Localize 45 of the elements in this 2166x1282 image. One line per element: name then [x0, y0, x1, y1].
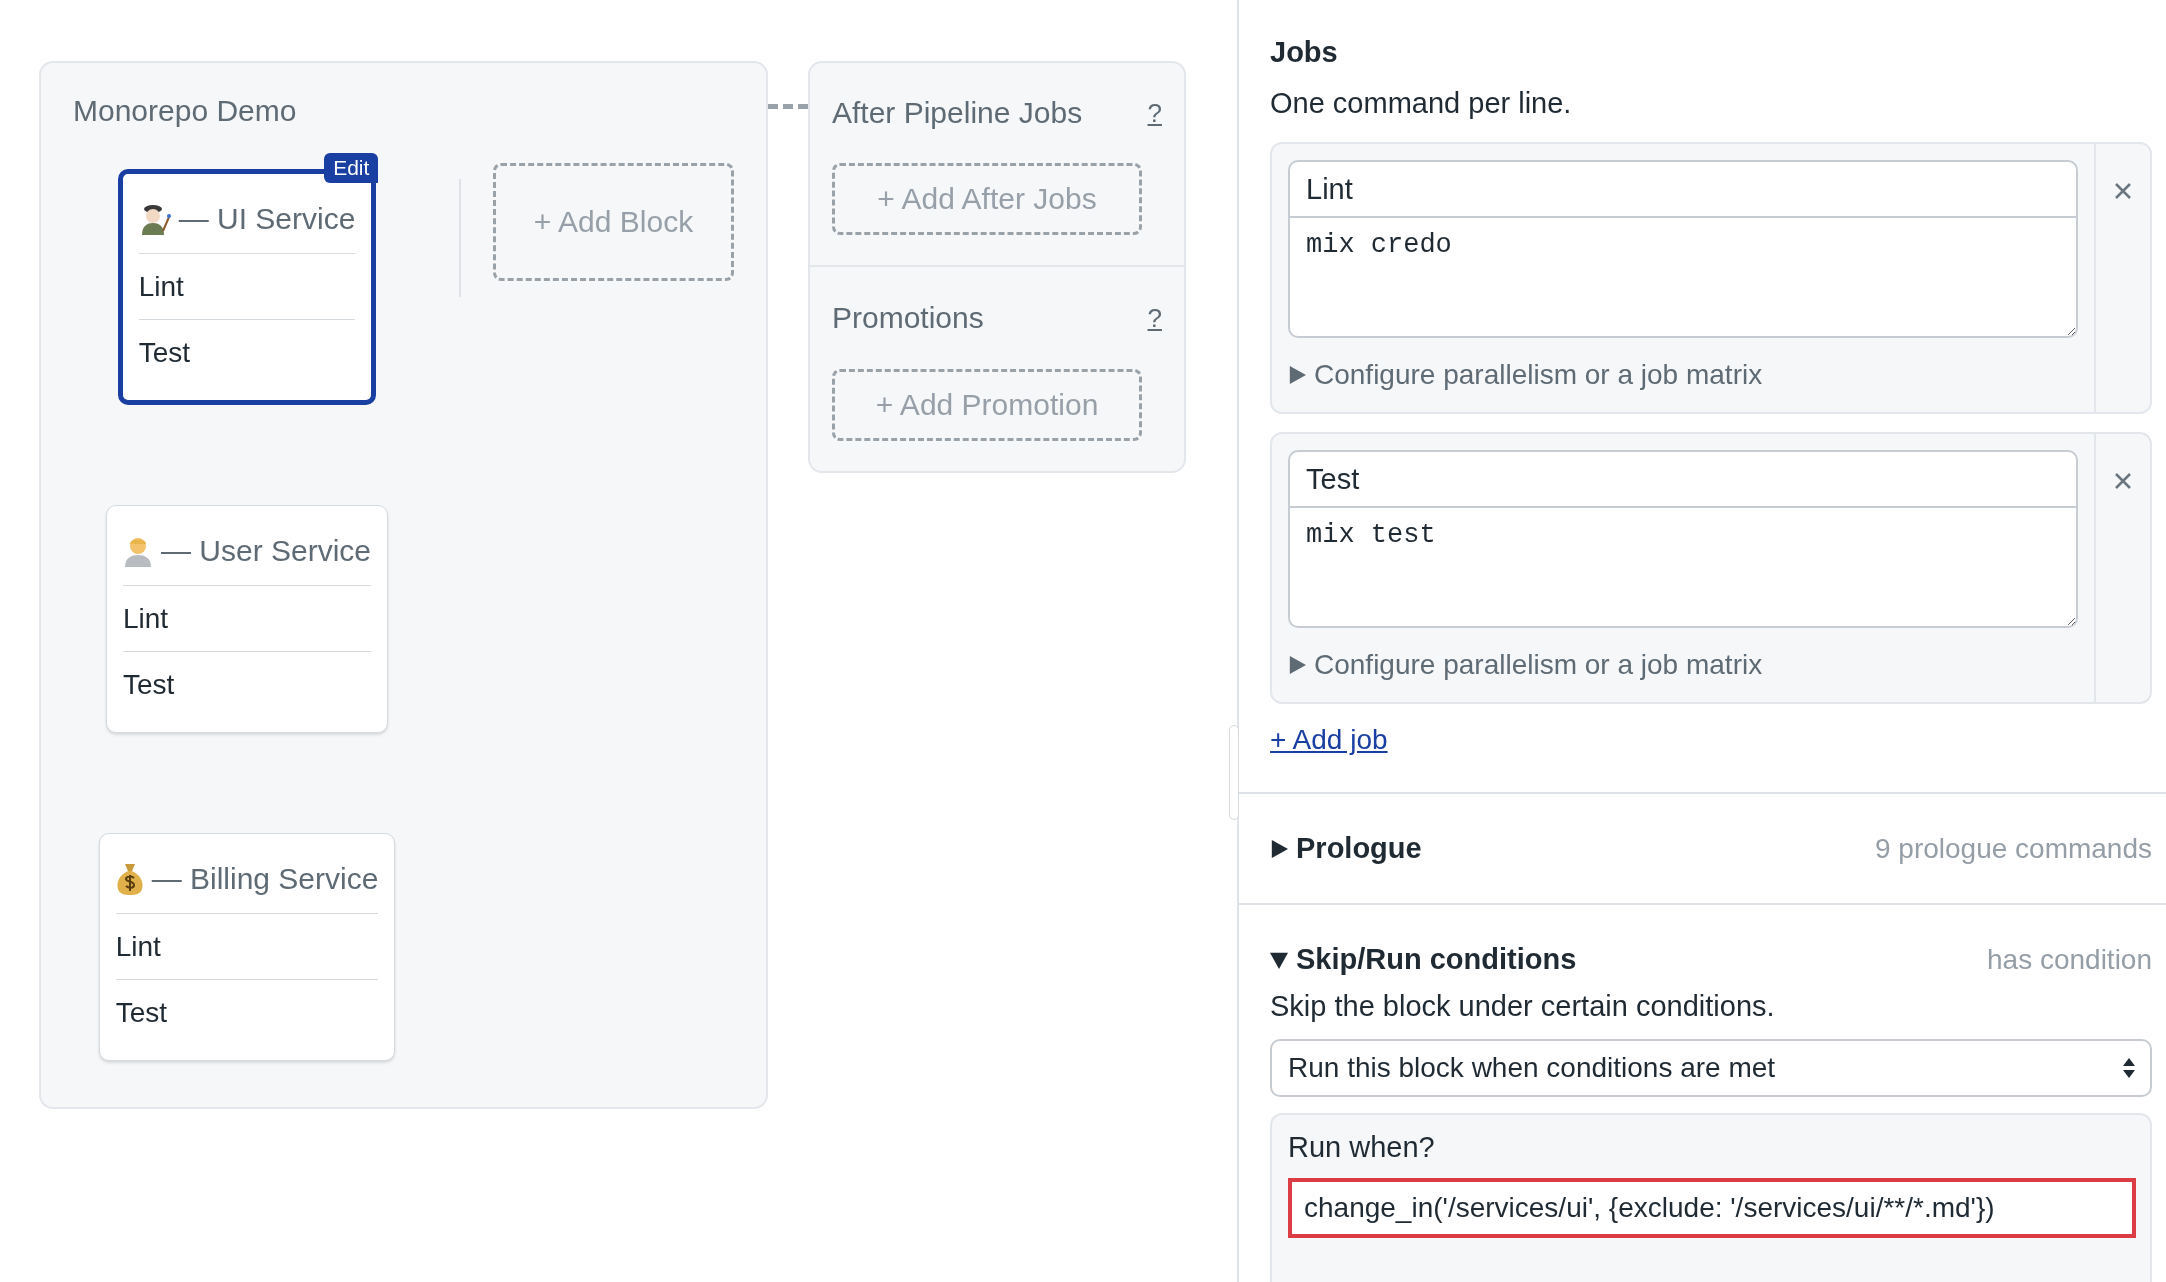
run-when-label: Run when? [1288, 1131, 1436, 1164]
add-job-link[interactable]: + Add job [1270, 724, 1388, 755]
block-card[interactable]: — User Service Lint Test [105, 505, 388, 733]
job-name-field[interactable]: Lint [1288, 160, 2078, 218]
block-job: Lint [138, 254, 356, 320]
disclosure-icon [1288, 656, 1306, 674]
config-label: Configure parallelism or a job matrix [1314, 359, 1763, 391]
pipeline-title: Monorepo Demo [72, 93, 298, 129]
block-card[interactable]: — Billing Service Lint Test [98, 833, 396, 1061]
prologue-summary: 9 prologue commands [1874, 832, 2152, 865]
block-title: — User Service [160, 533, 371, 568]
block-job: Test [115, 996, 168, 1030]
job-name-field[interactable]: Test [1288, 450, 2078, 508]
conditions-title: Skip/Run conditions [1296, 943, 1577, 976]
condition-select[interactable]: Run this block when conditions are met [1270, 1039, 2152, 1097]
block-job: Lint [122, 586, 371, 652]
disclosure-icon [1270, 950, 1288, 969]
disclosure-icon [1288, 366, 1306, 384]
sort-arrows-icon [2122, 1056, 2136, 1080]
money-bag-icon [115, 861, 144, 896]
config-toggle[interactable]: Configure parallelism or a job matrix [1288, 338, 2078, 412]
job-commands-field[interactable]: mix test [1288, 508, 2078, 628]
config-toggle[interactable]: Configure parallelism or a job matrix [1288, 628, 2078, 702]
promotions-title: Promotions [832, 301, 984, 335]
jobs-hint: One command per line. [1270, 87, 1573, 120]
conditions-toggle[interactable]: Skip/Run conditions has condition [1270, 943, 2152, 976]
run-when-field[interactable]: change_in('/services/ui', {exclude: '/services/ui/**/*.md'}) [1288, 1178, 2136, 1238]
help-link[interactable]: ? [1147, 97, 1162, 129]
block-job: Test [138, 336, 191, 370]
block-job: Lint [115, 914, 379, 980]
resize-handle[interactable] [1229, 725, 1239, 820]
edit-badge[interactable]: Edit [324, 153, 379, 183]
job-commands-field[interactable]: mix credo [1288, 218, 2078, 338]
block-title: — Billing Service [151, 861, 379, 896]
disclosure-icon [1270, 839, 1288, 858]
prologue-toggle[interactable]: Prologue 9 prologue commands [1270, 832, 2152, 865]
after-pipeline-title: After Pipeline Jobs [832, 96, 1083, 130]
prologue-title: Prologue [1296, 832, 1422, 865]
block-job: Test [122, 668, 176, 702]
jobs-heading: Jobs [1270, 36, 1339, 69]
block-title: — UI Service [178, 201, 356, 236]
config-label: Configure parallelism or a job matrix [1314, 649, 1763, 681]
conditions-description: Skip the block under certain conditions. [1270, 990, 1776, 1023]
help-link[interactable]: ? [1147, 302, 1162, 334]
conditions-summary: has condition [1987, 943, 2152, 976]
